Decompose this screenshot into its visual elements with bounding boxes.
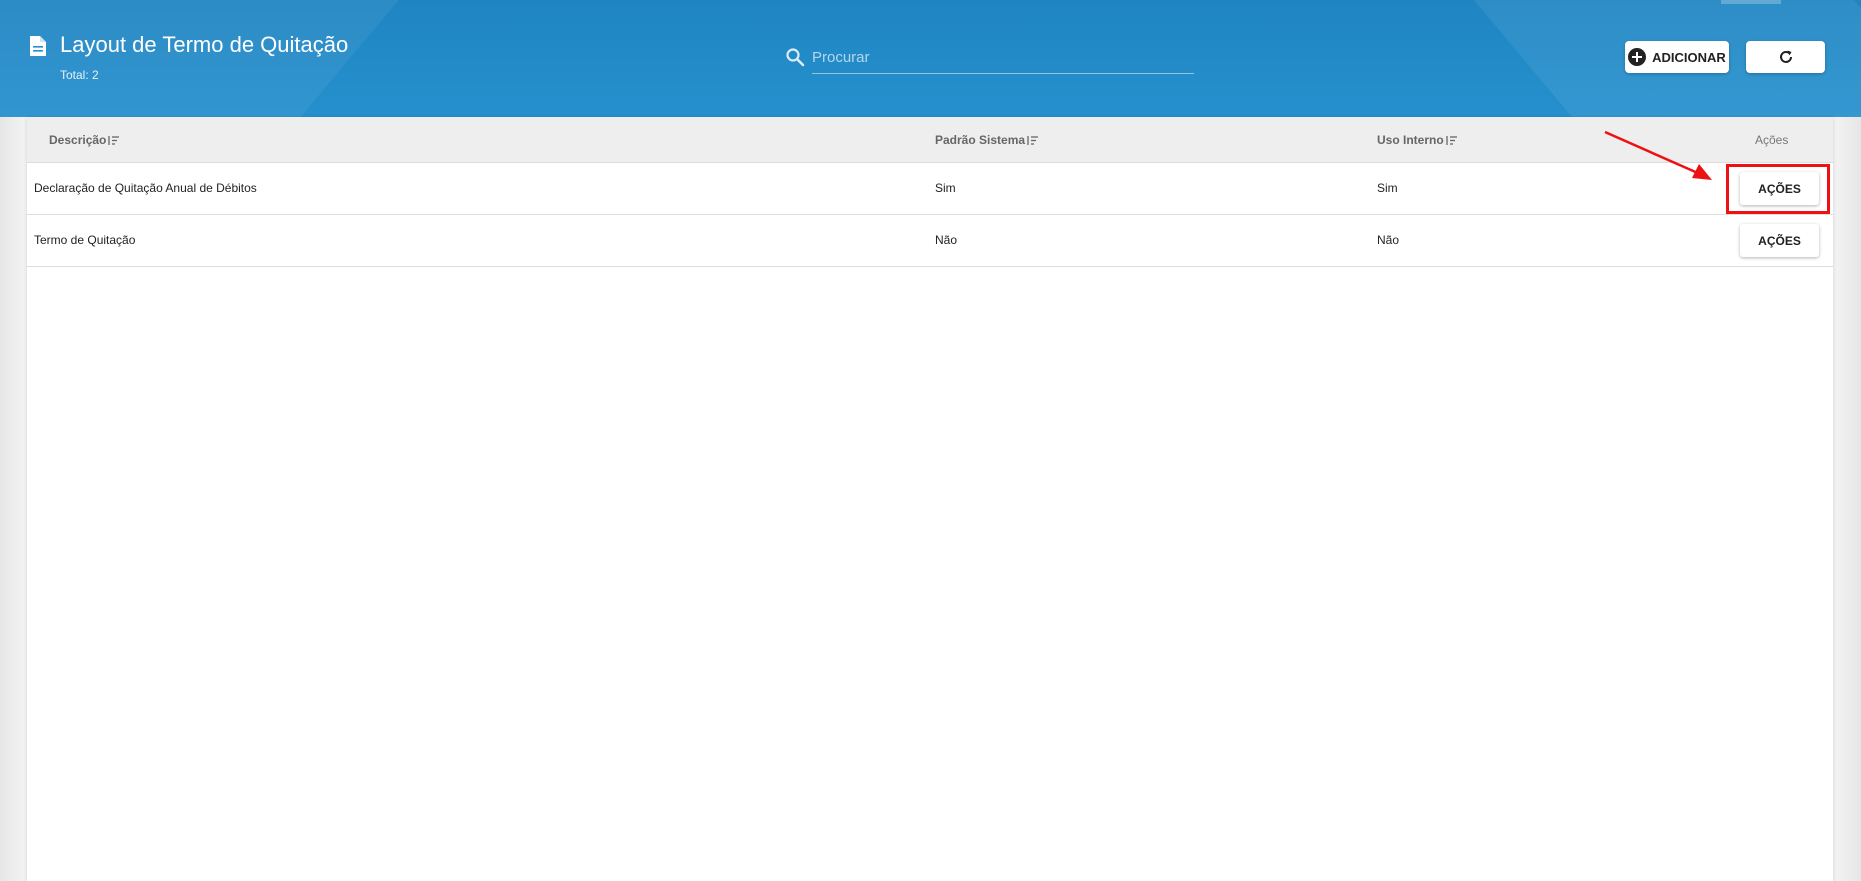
page-gutter-left	[0, 117, 27, 881]
table-header: Descrição Padrão Sistema Uso Interno Açõ…	[27, 117, 1833, 163]
header-decoration	[1721, 0, 1781, 4]
table-row[interactable]: Declaração de Quitação Anual de Débitos …	[27, 163, 1833, 215]
acoes-button[interactable]: AÇÕES	[1740, 224, 1819, 257]
sort-icon	[1446, 135, 1457, 145]
cell-uso-interno: Sim	[1377, 181, 1398, 195]
search-icon	[786, 48, 805, 67]
sort-icon	[1027, 135, 1039, 145]
page-gutter-right	[1833, 117, 1861, 881]
header-decoration	[0, 0, 450, 117]
add-button[interactable]: ADICIONAR	[1625, 41, 1729, 73]
sort-icon	[108, 135, 120, 145]
document-icon	[30, 36, 46, 56]
annotation-highlight-box	[1726, 164, 1830, 214]
cell-uso-interno: Não	[1377, 233, 1400, 247]
refresh-button[interactable]	[1746, 41, 1825, 73]
results-table: Descrição Padrão Sistema Uso Interno Açõ…	[27, 117, 1833, 881]
total-count: Total: 2	[60, 68, 99, 82]
column-header-uso-interno[interactable]: Uso Interno	[1377, 133, 1458, 147]
annotation-arrow	[1604, 130, 1712, 180]
cell-padrao-sistema: Não	[935, 233, 958, 247]
add-button-label: ADICIONAR	[1652, 49, 1726, 65]
refresh-icon	[1779, 50, 1792, 63]
page-title: Layout de Termo de Quitação	[60, 32, 349, 57]
table-row[interactable]: Termo de Quitação Não Não AÇÕES	[27, 215, 1833, 267]
column-header-descricao[interactable]: Descrição	[49, 133, 120, 147]
column-header-acoes: Ações	[1755, 133, 1789, 147]
cell-padrao-sistema: Sim	[935, 181, 956, 195]
cell-descricao: Declaração de Quitação Anual de Débitos	[34, 181, 257, 195]
search-input[interactable]	[812, 42, 1194, 74]
plus-circle-icon	[1628, 48, 1647, 66]
column-header-padrao-sistema[interactable]: Padrão Sistema	[935, 133, 1039, 147]
cell-descricao: Termo de Quitação	[34, 233, 136, 247]
